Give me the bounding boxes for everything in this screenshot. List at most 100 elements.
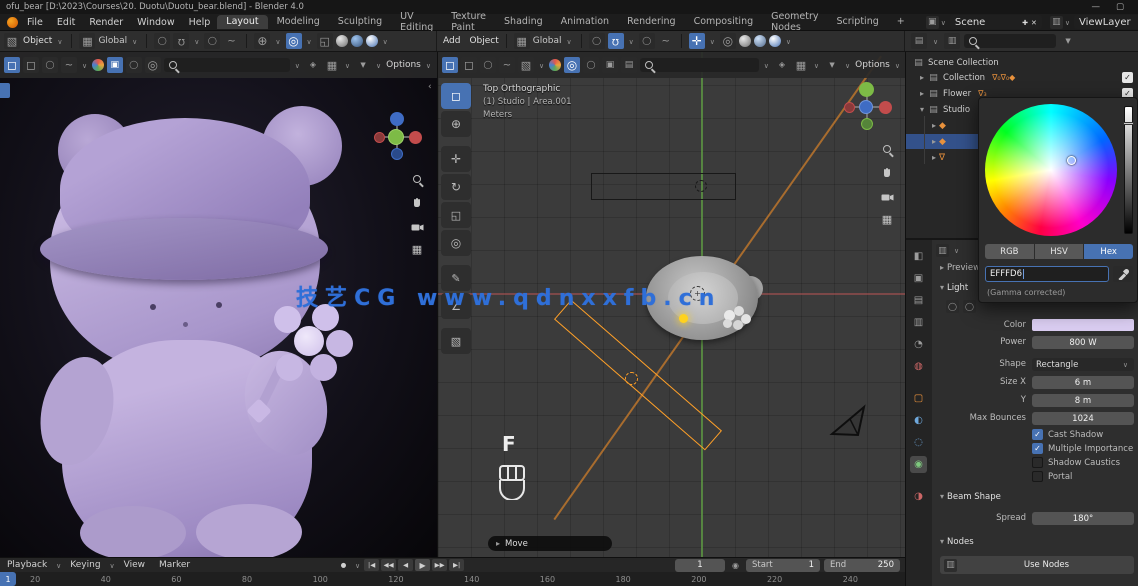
select-mode-lasso-icon[interactable] (61, 57, 77, 73)
gizmo-mid-axis-y-icon[interactable] (859, 82, 874, 97)
tab-object[interactable]: ▢ (910, 390, 927, 407)
mode-dropdown[interactable]: Object (23, 36, 52, 46)
gizmo-axis-x-neg-icon[interactable] (374, 132, 385, 143)
zoom-mid-icon[interactable] (878, 140, 896, 158)
viewport-mid-search[interactable] (640, 58, 759, 72)
tab-scene[interactable]: ◔ (910, 336, 927, 353)
viewport-left-search[interactable] (164, 58, 290, 72)
proportional-falloff-icon[interactable] (223, 33, 239, 49)
camera-view-mid-icon[interactable] (878, 188, 896, 206)
prev-keyframe-button[interactable]: ◀◀ (381, 559, 396, 571)
tab-rgb[interactable]: RGB (985, 244, 1034, 259)
keying-menu[interactable]: Keying (63, 560, 107, 570)
light-type-radios[interactable] (946, 300, 976, 313)
jump-end-button[interactable]: ▶| (449, 559, 464, 571)
light-type-point-icon[interactable] (946, 300, 959, 313)
workspace-tab-shading[interactable]: Shading (495, 15, 552, 29)
expand-icon[interactable] (932, 121, 936, 131)
color-wheel-cursor[interactable] (1067, 156, 1076, 165)
new-collection-icon[interactable] (944, 33, 960, 49)
gizmo-axis-y-icon[interactable] (388, 129, 404, 145)
panel-nodes[interactable]: Nodes (940, 536, 974, 547)
orientation-caret-icon[interactable] (130, 36, 139, 47)
proportional-mid-icon[interactable] (639, 33, 655, 49)
shading-solid-mid-icon[interactable] (739, 35, 751, 47)
overlays-toggle-icon[interactable] (286, 33, 302, 49)
outliner-filter-icon[interactable] (1060, 33, 1076, 49)
expand-icon[interactable] (920, 105, 924, 115)
gizmo-axis-x-icon[interactable] (409, 131, 422, 144)
tab-modifiers[interactable]: ◐ (910, 412, 927, 429)
properties-caret-icon[interactable] (952, 245, 961, 256)
shape-dropdown[interactable]: Rectangle (1032, 358, 1134, 371)
play-button[interactable]: ▶ (415, 559, 430, 571)
camera-object[interactable] (828, 402, 870, 440)
end-frame-field[interactable]: End 250 (824, 559, 900, 572)
camera-view-icon[interactable] (408, 218, 426, 236)
auto-key-icon[interactable]: ◉ (729, 559, 742, 572)
shading-mode-icon[interactable] (107, 57, 123, 73)
gizmo-mid-axis-z-icon[interactable] (859, 100, 873, 114)
gizmo-axis-z-neg-icon[interactable] (391, 148, 403, 160)
menu-file[interactable]: File (20, 17, 50, 28)
size-x-field[interactable]: 6 m (1032, 376, 1134, 389)
portal-checkbox[interactable] (1032, 471, 1043, 482)
scene-unlink-icon[interactable] (1031, 17, 1037, 28)
ortho-toggle-icon[interactable] (408, 240, 426, 258)
view-menu[interactable]: View (117, 560, 152, 570)
scene-selector[interactable]: Scene (950, 15, 1042, 29)
orientation-mid-dropdown[interactable]: Global (533, 36, 562, 46)
annotation-bookmark-icon[interactable] (305, 57, 321, 73)
gizmo-mid-axis-y-neg-icon[interactable] (861, 118, 873, 130)
zoom-icon[interactable] (408, 170, 426, 188)
shadow-caustics-checkbox[interactable] (1032, 457, 1043, 468)
shading-solid2-icon[interactable] (145, 57, 161, 73)
gizmo-mid-axis-x-icon[interactable] (879, 101, 892, 114)
gizmos-dropdown-icon[interactable] (324, 57, 340, 73)
next-keyframe-button[interactable]: ▶▶ (432, 559, 447, 571)
cast-shadow-checkbox[interactable]: ✓ (1032, 429, 1043, 440)
select-mode-box-icon[interactable] (23, 57, 39, 73)
overlay-mid-toggle-icon[interactable] (720, 33, 736, 49)
shading-solid-mode-icon[interactable] (564, 57, 580, 73)
maximize-button[interactable]: ▢ (1116, 2, 1124, 12)
workspace-tab-compositing[interactable]: Compositing (685, 15, 763, 29)
select-mode-circle-icon[interactable] (42, 57, 58, 73)
pivot-point-mid-icon[interactable] (589, 33, 605, 49)
shading-wireframe-icon[interactable] (583, 57, 599, 73)
snap-magnet-mid-icon[interactable] (608, 33, 624, 49)
area-light-unselected[interactable] (591, 173, 736, 200)
value-slider-handle[interactable] (1123, 122, 1134, 125)
timeline-ruler[interactable]: 20 40 60 80 100 120 140 160 180 200 220 … (0, 572, 905, 586)
tab-hex[interactable]: Hex (1084, 244, 1133, 259)
color-wheel[interactable] (985, 104, 1117, 236)
bookmark-mid-icon[interactable] (774, 57, 790, 73)
viewport-shading-mid-dropdown-icon[interactable] (549, 59, 561, 71)
tool-select-box[interactable] (441, 83, 471, 109)
tab-object-data-light[interactable]: ◉ (910, 456, 927, 473)
workspace-tab-rendering[interactable]: Rendering (618, 15, 685, 29)
tab-tool[interactable]: ◧ (910, 248, 927, 265)
minimize-button[interactable]: — (1091, 2, 1100, 12)
jump-start-button[interactable]: |◀ (364, 559, 379, 571)
spread-field[interactable]: 180° (1032, 512, 1134, 525)
workspace-tab-sculpting[interactable]: Sculpting (329, 15, 391, 29)
expand-icon[interactable] (920, 73, 924, 83)
tab-world[interactable]: ◍ (910, 358, 927, 375)
tab-material[interactable]: ◑ (910, 488, 927, 505)
multiple-importance-checkbox[interactable]: ✓ (1032, 443, 1043, 454)
add-menu[interactable]: Add (443, 36, 460, 46)
expand-icon[interactable] (932, 153, 936, 163)
collapse-panel-icon[interactable]: ‹ (428, 82, 432, 92)
eyedropper-icon[interactable] (1113, 266, 1133, 282)
tool-move[interactable] (441, 146, 471, 172)
outliner-display-caret[interactable] (931, 36, 940, 47)
gizmo-toggle-icon[interactable] (254, 33, 270, 49)
gizmos-mid-dropdown-icon[interactable] (793, 57, 809, 73)
menu-help[interactable]: Help (182, 17, 218, 28)
select-mode-lasso-mid-icon[interactable] (499, 57, 515, 73)
view-layer-browse-icon[interactable] (1063, 17, 1072, 28)
select-mode-tweak-mid-icon[interactable] (442, 57, 458, 73)
light-type-sun-icon[interactable] (963, 300, 976, 313)
playhead[interactable]: 1 (0, 572, 16, 586)
